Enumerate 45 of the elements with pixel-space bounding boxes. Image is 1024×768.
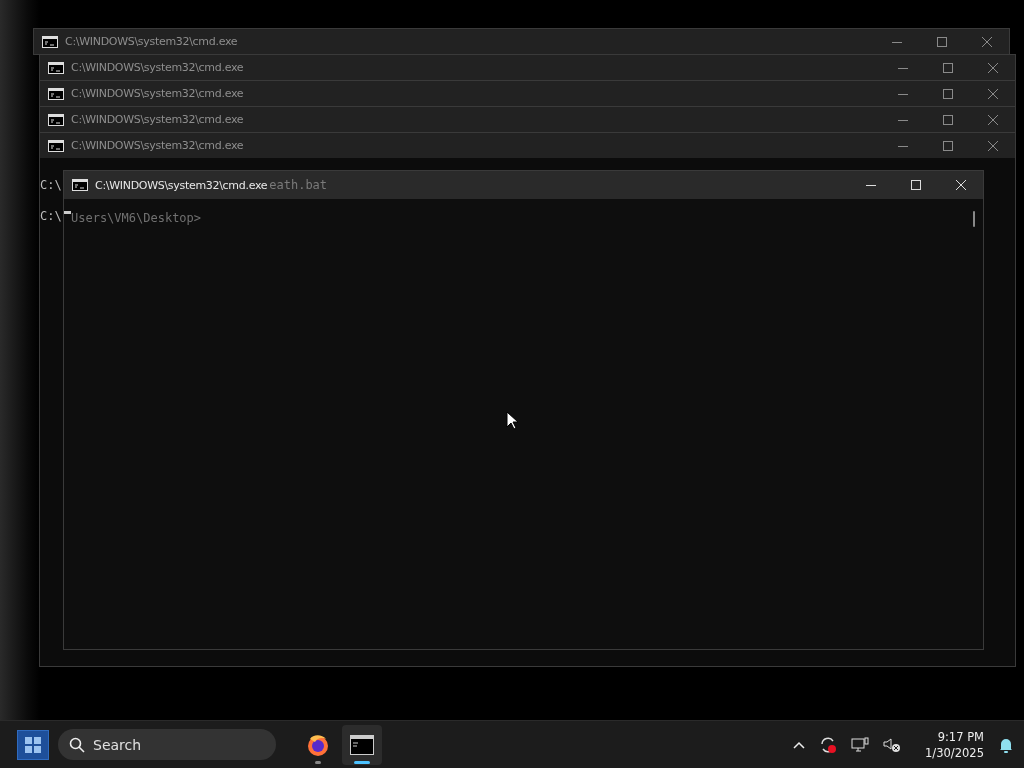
maximize-icon [910, 180, 921, 190]
start-button[interactable] [17, 729, 49, 760]
window-title: C:\WINDOWS\system32\cmd.exe [71, 139, 244, 152]
console-icon [48, 87, 64, 100]
close-icon [987, 62, 998, 73]
muted-speaker-icon[interactable] [883, 736, 902, 753]
window-title: C:\WINDOWS\system32\cmd.exe [71, 113, 244, 126]
window-title: C:\WINDOWS\system32\cmd.exe [71, 61, 244, 74]
maximize-icon [942, 140, 953, 151]
console-line: C:\ [40, 178, 62, 192]
scrollbar[interactable] [973, 211, 975, 227]
text-cursor [64, 211, 71, 214]
windows-logo-icon [25, 736, 41, 753]
maximize-icon [942, 62, 953, 73]
sync-icon[interactable] [819, 735, 838, 754]
browser-icon [306, 732, 330, 757]
close-icon [955, 180, 966, 190]
search-icon [69, 737, 85, 753]
window-title: C:\WINDOWS\system32\cmd.exe [95, 178, 268, 192]
network-icon[interactable] [851, 736, 870, 753]
console-icon [48, 113, 64, 126]
window-title: C:\WINDOWS\system32\cmd.exe [65, 35, 238, 48]
console-icon [42, 35, 58, 48]
chevron-up-icon[interactable] [793, 740, 806, 749]
close-icon [987, 114, 998, 125]
terminal-icon [350, 734, 374, 755]
window-title: C:\WINDOWS\system32\cmd.exe [71, 87, 244, 100]
console-text: eath.bat [269, 178, 328, 192]
maximize-icon [942, 88, 953, 99]
bell-icon[interactable] [998, 736, 1014, 753]
search-field[interactable]: Search [58, 729, 276, 760]
console-icon [72, 179, 88, 191]
maximize-icon [936, 36, 947, 47]
console-icon [48, 61, 64, 74]
close-icon [987, 140, 998, 151]
close-icon [981, 36, 992, 47]
maximize-icon [942, 114, 953, 125]
console-line: C:\ [40, 209, 62, 223]
taskbar-app[interactable] [342, 724, 382, 765]
clock-time[interactable]: 9:17 PM [937, 728, 984, 745]
mouse-pointer-icon [506, 411, 518, 430]
close-icon [987, 88, 998, 99]
console-icon [48, 139, 64, 152]
clock-date[interactable]: 1/30/2025 [925, 744, 984, 761]
console-prompt: Users\VM6\Desktop> [71, 211, 202, 225]
